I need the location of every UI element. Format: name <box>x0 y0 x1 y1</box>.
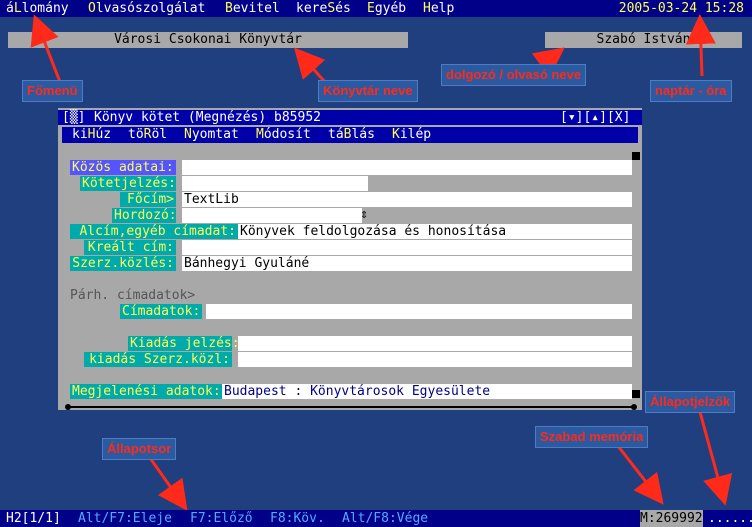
arrow-status-flags <box>698 411 733 506</box>
menu-text: yomtat <box>191 127 239 142</box>
menu-text: tá <box>328 127 344 142</box>
arrow-calendar <box>685 14 716 77</box>
megjelenesi-field[interactable]: Budapest : Könyvtárosok Egyesülete <box>222 384 632 399</box>
arrow-status-bar <box>148 457 188 511</box>
menu-text: öl <box>151 127 168 142</box>
scroll-right-icon[interactable] <box>631 404 637 410</box>
status-key-last[interactable]: Alt/F8:Vége <box>342 510 428 527</box>
menu-text: úz <box>95 127 112 142</box>
scroll-down-icon[interactable] <box>632 390 640 398</box>
hordozo-field[interactable] <box>182 208 362 223</box>
book-volume-window: [▒] Könyv kötet (Megnézés) b85952 [▾][▴]… <box>58 108 642 410</box>
callout-free-memory: Szabad memória <box>535 426 649 448</box>
wmenu-tablas[interactable]: táBlás <box>328 127 375 143</box>
focim-field[interactable]: TextLib <box>182 192 632 207</box>
window-controls[interactable]: [▾][▴][X] <box>560 110 630 125</box>
status-key-next[interactable]: F8:Köv. <box>270 510 325 527</box>
status-key-prev[interactable]: F7:Előző <box>190 510 253 527</box>
cimadatok-field[interactable] <box>206 304 632 319</box>
status-key-first[interactable]: Alt/F7:Eleje <box>78 510 172 527</box>
arrow-library-name <box>293 47 327 84</box>
status-flags: ...... <box>708 511 752 526</box>
menu-text: tö <box>128 127 144 142</box>
arrow-free-memory <box>616 445 664 505</box>
window-titlebar[interactable]: [▒] Könyv kötet (Megnézés) b85952 [▾][▴]… <box>58 110 642 125</box>
wmenu-kilep[interactable]: Kilép <box>392 127 431 143</box>
wmenu-torol[interactable]: töRöl <box>128 127 167 143</box>
system-menu-icon[interactable]: [▒] <box>62 110 85 125</box>
common-data-field[interactable] <box>182 160 632 175</box>
kreált-cim-field[interactable] <box>182 240 632 255</box>
szerz-kozles-label: Szerz.közlés: <box>70 256 176 271</box>
horizontal-scrollbar[interactable] <box>64 404 638 410</box>
callout-main-menu: Főmenü <box>22 80 83 102</box>
kotetjelzes-field[interactable] <box>182 176 368 191</box>
window-title: Könyv kötet (Megnézés) b85952 <box>94 110 321 125</box>
status-memory: M:269992 <box>640 510 703 527</box>
menu-text: ki <box>72 127 88 142</box>
kotetjelzes-label: Kötetjelzés: <box>80 176 176 191</box>
menu-text: ilép <box>399 127 432 142</box>
menu-hotkey: K <box>392 127 400 142</box>
wmenu-kihuz[interactable]: kiHúz <box>72 127 111 143</box>
status-mode: H2[1/1] <box>6 511 61 526</box>
wmenu-nyomtat[interactable]: Nyomtat <box>184 127 239 143</box>
alcim-field[interactable]: Könyvek feldolgozása és honosítása <box>238 224 632 239</box>
scroll-up-icon[interactable] <box>632 152 640 160</box>
callout-library-name: Könyvtár neve <box>318 80 418 102</box>
menu-text: lás <box>351 127 375 142</box>
callout-status-bar: Állapotsor <box>102 438 177 460</box>
parh-cimadatok-label: Párh. címadatok> <box>70 288 196 303</box>
kiadas-szerz-field[interactable] <box>238 352 632 367</box>
kreált-cim-label: Kreált cím: <box>84 240 176 255</box>
callout-user-name: dolgozó / olvasó neve <box>441 64 587 86</box>
focim-label: Főcím> <box>120 192 176 207</box>
kiadas-szerz-label: kiadás Szerz.közl: <box>84 352 232 367</box>
hordozo-spinner-icon[interactable]: ⇕ <box>358 207 370 222</box>
window-menubar: kiHúz töRöl Nyomtat Módosít táBlás Kilép <box>62 127 638 143</box>
status-bar: H2[1/1] Alt/F7:Eleje F7:Előző F8:Köv. Al… <box>0 510 752 527</box>
callout-calendar: naptár - óra <box>650 80 732 102</box>
hordozo-label: Hordozó: <box>112 208 177 223</box>
section-header-common: Közös adatai: <box>70 160 176 175</box>
vertical-scrollbar[interactable] <box>632 152 640 398</box>
menu-hotkey: M <box>256 127 264 142</box>
menu-hotkey: N <box>184 127 192 142</box>
scroll-left-icon[interactable] <box>65 404 71 410</box>
kiadas-jelzes-field[interactable] <box>238 336 632 351</box>
szerz-kozles-field[interactable]: Bánhegyi Gyuláné <box>182 256 632 271</box>
arrow-main-menu <box>30 14 62 83</box>
cimadatok-label: Címadatok: <box>120 304 202 319</box>
alcim-label: Alcím,egyéb címadat: <box>70 224 238 239</box>
wmenu-modosit[interactable]: Módosít <box>256 127 311 143</box>
callout-status-flags: Állapotjelzők <box>645 391 736 413</box>
megjelenesi-label: Megjelenési adatok: <box>70 384 222 399</box>
kiadas-jelzes-label: Kiadás jelzés: <box>128 336 240 351</box>
menu-text: ódosít <box>263 127 311 142</box>
